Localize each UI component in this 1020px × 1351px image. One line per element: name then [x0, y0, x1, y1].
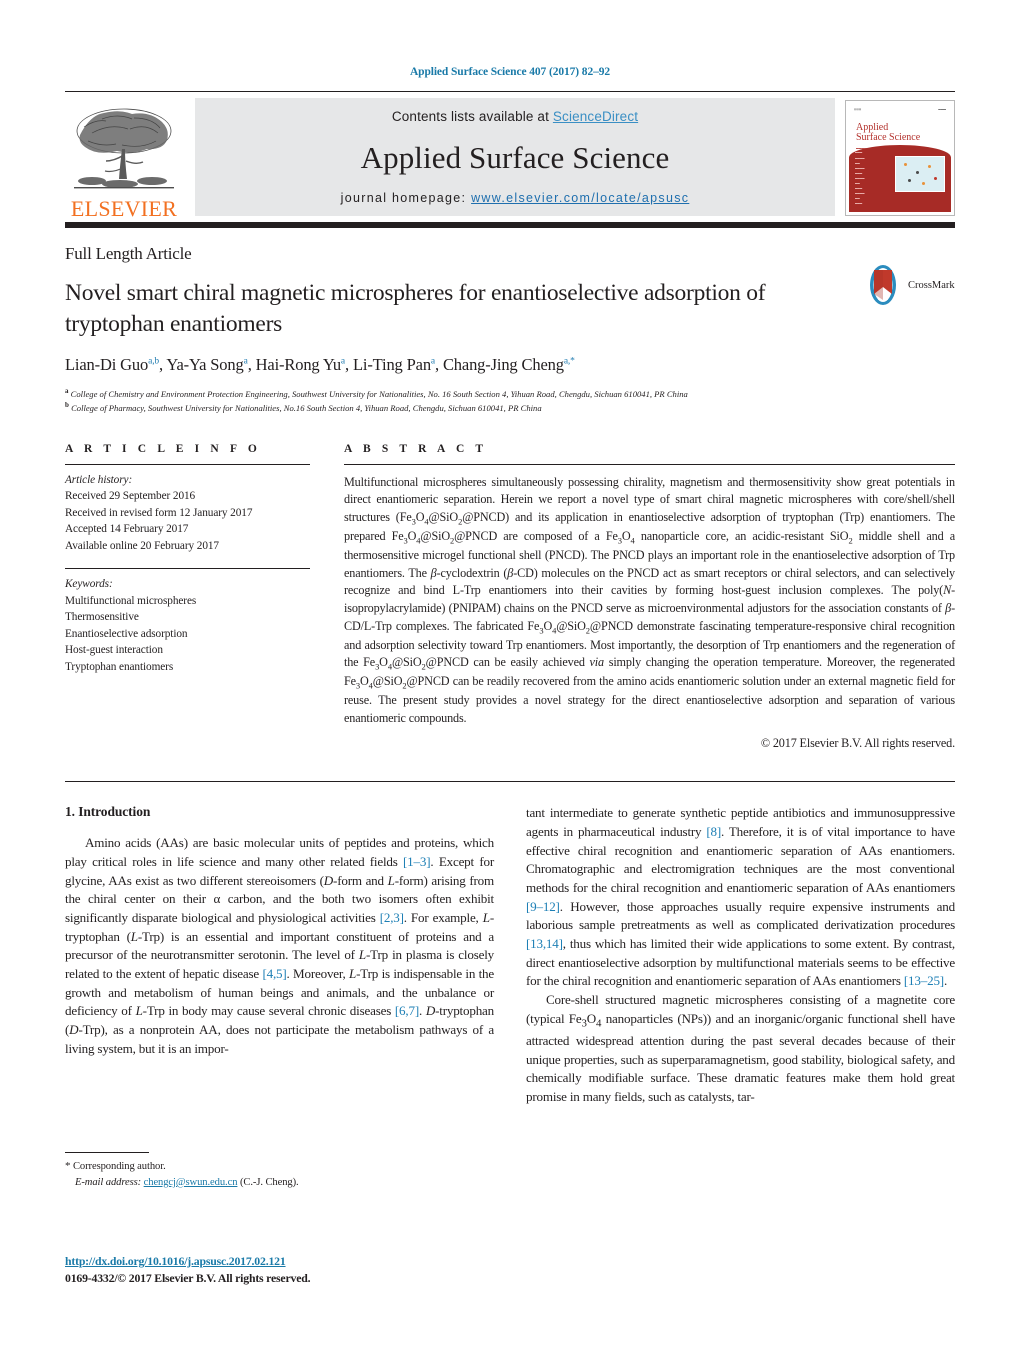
running-head: Applied Surface Science 407 (2017) 82–92 [409, 66, 611, 78]
abstract-text: Multifunctional microspheres simultaneou… [344, 474, 956, 725]
masthead-center-band: Contents lists available at ScienceDirec… [195, 98, 835, 216]
abstract-rule [344, 463, 955, 465]
affiliation-marker: b [65, 401, 69, 410]
cover-issue-mark: ▬▬▬ [938, 108, 946, 111]
cover-inner: ▤▤▤ ▬▬▬ Applied Surface Science ▬▬▬ ▬ ▬▬ … [849, 104, 951, 212]
author-list: Lian-Di Guoa,b, Ya-Ya Songa, Hai-Rong Yu… [65, 355, 575, 375]
footnote-area: * Corresponding author. E-mail address: … [65, 1152, 475, 1191]
contents-prefix: Contents lists available at [391, 109, 553, 124]
journal-title: Applied Surface Science [360, 140, 670, 175]
elsevier-tree-icon [72, 105, 176, 197]
cover-figure-image [895, 156, 945, 192]
crossmark-label: CrossMark [908, 279, 955, 291]
contents-available-line: Contents lists available at ScienceDirec… [392, 109, 638, 124]
doi-link[interactable]: http://dx.doi.org/10.1016/j.apsusc.2017.… [65, 1254, 286, 1268]
journal-cover-thumbnail[interactable]: ▤▤▤ ▬▬▬ Applied Surface Science ▬▬▬ ▬ ▬▬ … [845, 100, 955, 216]
affiliation-list: a College of Chemistry and Environment P… [65, 386, 855, 415]
keyword-item: Multifunctional microspheres [65, 594, 197, 607]
cover-publisher-mark: ▤▤▤ [854, 108, 862, 111]
keyword-item: Enantioselective adsorption [65, 627, 188, 640]
journal-masthead: ELSEVIER Contents lists available at Sci… [65, 92, 955, 222]
article-type-label: Full Length Article [65, 244, 192, 263]
section-heading-introduction: 1. Introduction [65, 804, 151, 820]
article-history-label: Article history: [65, 473, 133, 486]
footnote-rule [65, 1152, 149, 1153]
body-left-column: 1. Introduction Amino acids (AAs) are ba… [65, 804, 494, 1106]
cover-journal-name: Applied Surface Science [856, 123, 920, 143]
homepage-prefix: journal homepage: [340, 191, 472, 205]
author-item[interactable]: Chang-Jing Chenga,* [443, 355, 575, 374]
author-affil-marker: a [340, 356, 345, 367]
author-item[interactable]: Li-Ting Pana [353, 355, 435, 374]
email-label: E-mail address: [75, 1176, 142, 1188]
history-item: Received in revised form 12 January 2017 [65, 506, 253, 519]
cover-name-line2: Surface Science [856, 131, 921, 143]
journal-homepage-line: journal homepage: www.elsevier.com/locat… [341, 191, 690, 205]
crossmark-badge[interactable]: CrossMark [863, 262, 955, 308]
elsevier-logo: ELSEVIER [65, 96, 183, 222]
email-suffix: (C.-J. Cheng). [239, 1176, 299, 1188]
affiliation-item: b College of Pharmacy, Southwest Univers… [65, 400, 855, 414]
keywords-label: Keywords: [65, 578, 113, 591]
history-item: Received 29 September 2016 [65, 490, 196, 503]
article-info-column: A R T I C L E I N F O Article history: R… [65, 443, 310, 752]
author-item[interactable]: Hai-Rong Yua [255, 355, 346, 375]
article-header: Full Length Article Novel smart chiral m… [65, 228, 955, 415]
cover-topbar: ▤▤▤ ▬▬▬ [854, 108, 946, 117]
issn-copyright-line: 0169-4332/© 2017 Elsevier B.V. All right… [65, 1271, 311, 1285]
keyword-item: Host-guest interaction [65, 644, 163, 657]
author-affil-marker: a,* [563, 356, 575, 367]
affiliation-text: College of Pharmacy, Southwest Universit… [71, 403, 542, 414]
history-item: Available online 20 February 2017 [65, 539, 219, 552]
affiliation-marker: a [65, 387, 69, 396]
article-info-separator [65, 568, 310, 570]
corresponding-author-note: * Corresponding author. [65, 1158, 475, 1175]
history-item: Accepted 14 February 2017 [65, 523, 189, 536]
keywords-block: Keywords: Multifunctional microspheres T… [65, 576, 310, 675]
keyword-item: Thermosensitive [65, 611, 139, 624]
paragraph: Core-shell structured magnetic microsphe… [526, 992, 955, 1104]
elsevier-wordmark: ELSEVIER [70, 196, 178, 221]
author-name: Ya-Ya Song [166, 355, 244, 375]
info-abstract-region: A R T I C L E I N F O Article history: R… [65, 443, 955, 752]
author-name: Chang-Jing Cheng [442, 355, 564, 375]
author-name: Li-Ting Pan [352, 355, 431, 375]
body-columns: 1. Introduction Amino acids (AAs) are ba… [65, 804, 955, 1106]
crossmark-icon [863, 264, 903, 306]
affiliation-item: a College of Chemistry and Environment P… [65, 386, 855, 400]
article-info-heading: A R T I C L E I N F O [65, 442, 261, 455]
article-info-rule [65, 463, 310, 465]
cover-contents-list: ▬▬▬ ▬▬▬▬ ▬▬ ▬▬▬▬ ▬▬▬ ▬▬▬▬ ▬▬ ▬▬▬ ▬▬▬▬ ▬▬ ▬▬▬ [855, 151, 865, 205]
paper-page: Applied Surface Science 407 (2017) 82–92 [0, 0, 1020, 1351]
author-affil-marker: a,b [148, 356, 160, 367]
journal-homepage-link[interactable]: www.elsevier.com/locate/apsusc [471, 191, 689, 205]
email-link[interactable]: chengcj@swun.edu.cn [144, 1177, 238, 1188]
article-history-block: Article history: Received 29 September 2… [65, 472, 310, 554]
corresponding-marker: * [65, 1160, 71, 1172]
paragraph: tant intermediate to generate synthetic … [526, 805, 955, 989]
author-affil-marker: a [243, 356, 248, 367]
email-note: E-mail address: chengcj@swun.edu.cn (C.-… [65, 1175, 475, 1191]
corresponding-text: Corresponding author. [72, 1161, 166, 1172]
author-affil-marker: a [430, 356, 435, 367]
author-name: Hai-Rong Yu [255, 355, 341, 375]
body-right-column: tant intermediate to generate synthetic … [526, 804, 955, 1106]
sciencedirect-link[interactable]: ScienceDirect [553, 109, 638, 124]
author-item[interactable]: Ya-Ya Songa [166, 355, 247, 374]
abstract-copyright: © 2017 Elsevier B.V. All rights reserved… [760, 736, 955, 751]
page-title: Novel smart chiral magnetic microspheres… [65, 280, 766, 337]
abstract-column: A B S T R A C T Multifunctional microsph… [344, 443, 955, 752]
abstract-heading: A B S T R A C T [344, 442, 488, 455]
keyword-item: Tryptophan enantiomers [65, 660, 174, 673]
footer-doi-area: http://dx.doi.org/10.1016/j.apsusc.2017.… [65, 1252, 525, 1286]
author-item[interactable]: Lian-Di Guoa,b [65, 355, 159, 374]
abstract-bottom-rule [65, 781, 955, 783]
paragraph: Amino acids (AAs) are basic molecular un… [65, 835, 495, 1056]
affiliation-text: College of Chemistry and Environment Pro… [70, 388, 688, 399]
author-name: Lian-Di Guo [65, 355, 149, 375]
